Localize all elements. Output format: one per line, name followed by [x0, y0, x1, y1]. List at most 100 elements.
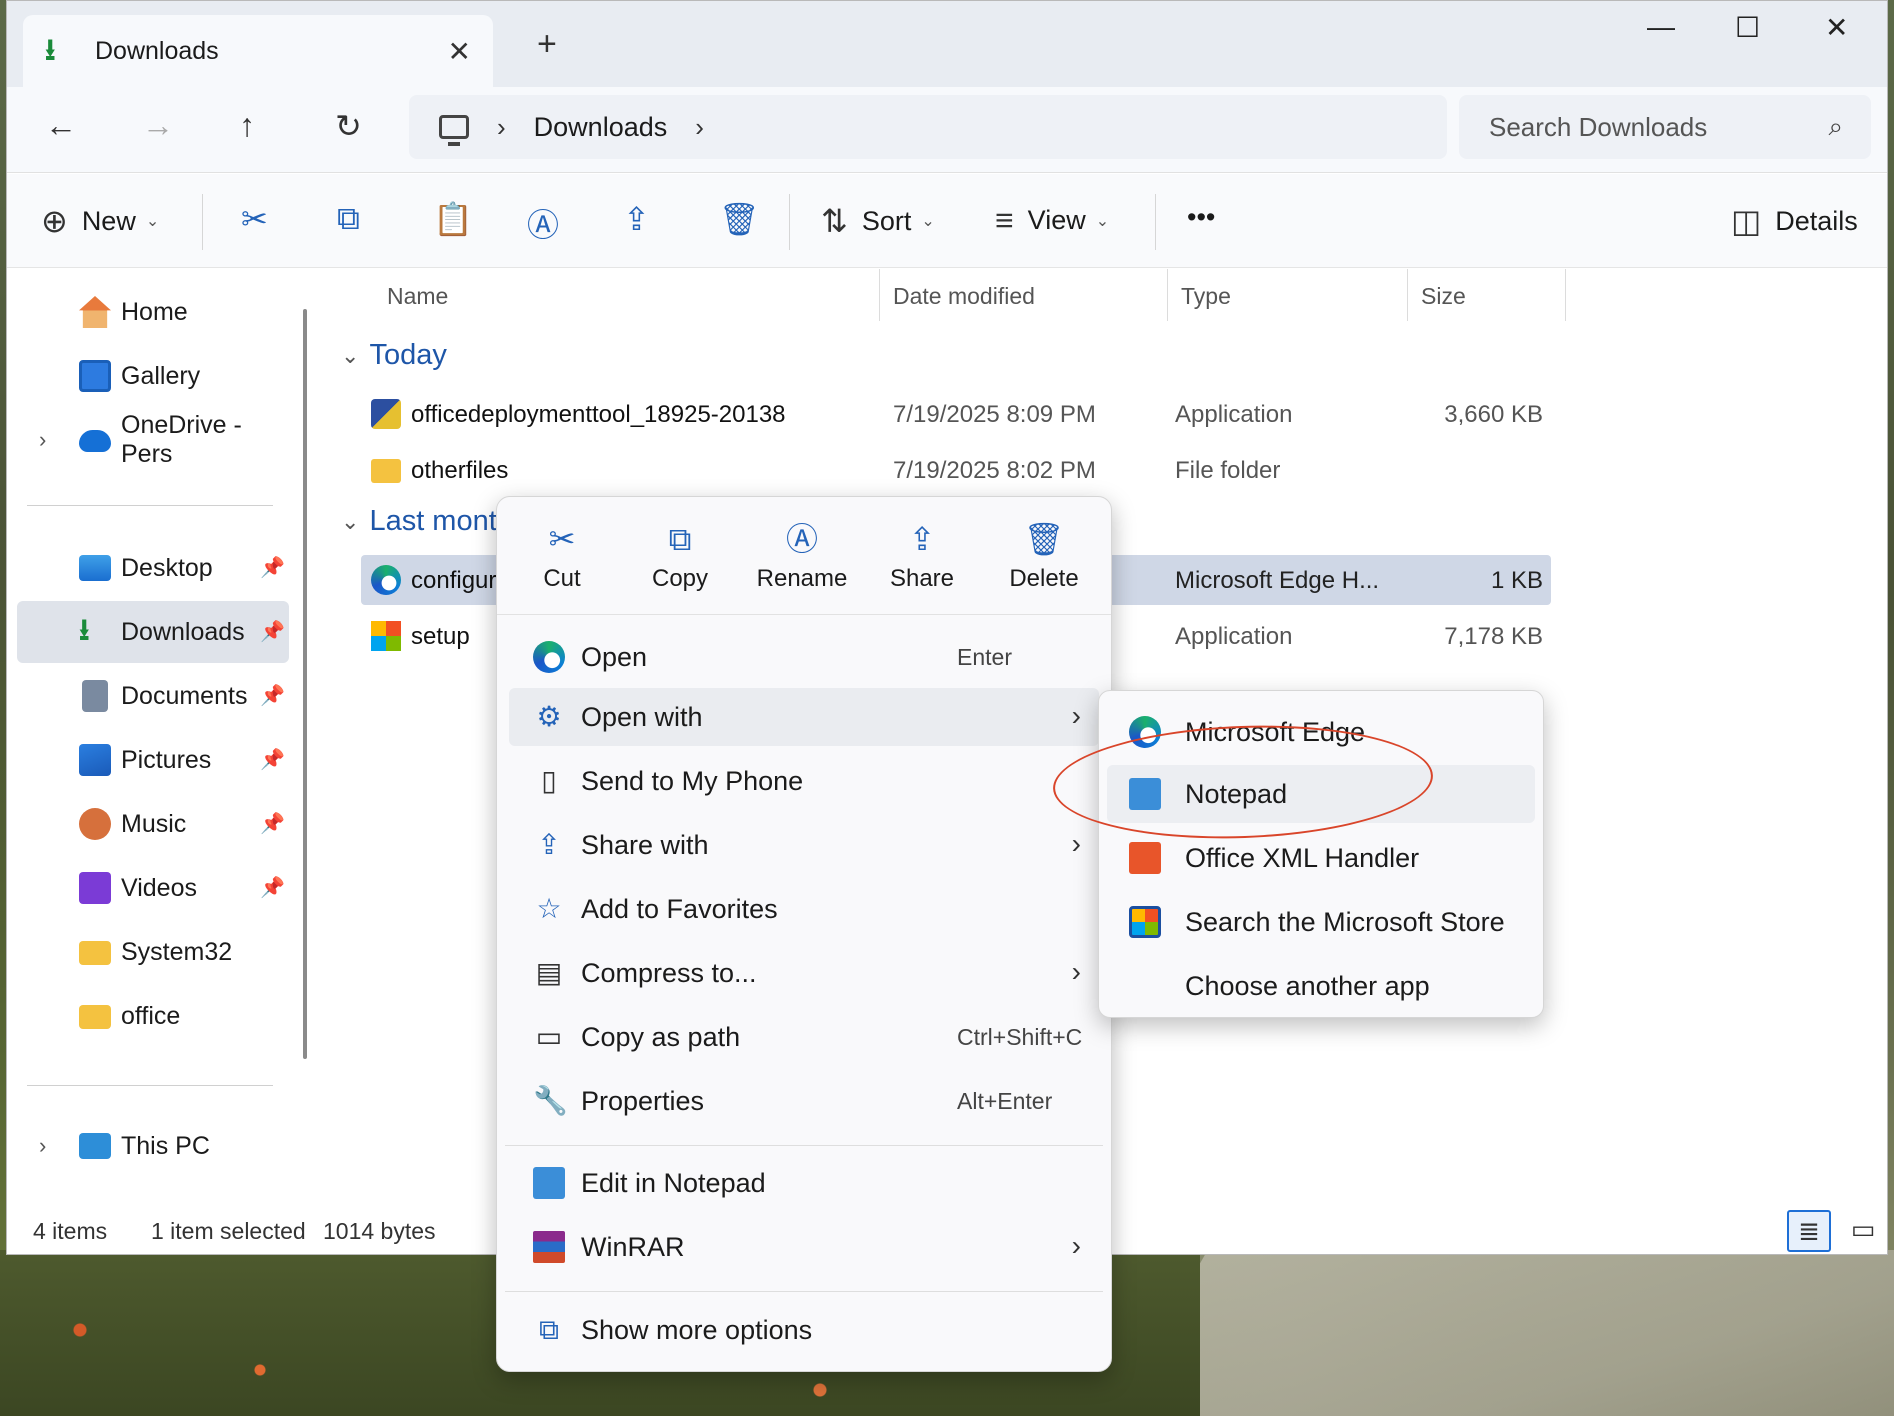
- menu-item-open[interactable]: Open Enter: [509, 628, 1099, 686]
- music-icon: [79, 808, 111, 840]
- menu-item-winrar[interactable]: WinRAR ›: [509, 1218, 1099, 1276]
- sidebar-scrollbar[interactable]: [303, 309, 307, 1059]
- menu-item-label: WinRAR: [581, 1232, 685, 1262]
- sidebar-item-downloads[interactable]: ⭳ Downloads 📌: [17, 601, 289, 663]
- file-row[interactable]: otherfiles 7/19/2025 8:02 PM File folder: [361, 445, 1551, 495]
- up-arrow-icon[interactable]: ↑: [239, 107, 255, 144]
- copy-action[interactable]: ⧉ Copy: [625, 519, 735, 593]
- menu-item-edit-in-notepad[interactable]: Edit in Notepad: [509, 1154, 1099, 1212]
- delete-label: Delete: [1009, 565, 1079, 592]
- edge-icon: [533, 641, 565, 673]
- delete-action[interactable]: 🗑 Delete: [989, 519, 1099, 593]
- context-quick-actions: ✂ Cut ⧉ Copy Ⓐ Rename ⇪ Share 🗑 Delete: [497, 497, 1111, 615]
- cut-icon[interactable]: ✂: [241, 200, 268, 238]
- sidebar-item-music[interactable]: Music 📌: [17, 793, 289, 855]
- details-button[interactable]: ◫ Details: [1731, 202, 1858, 240]
- column-header-name[interactable]: Name: [387, 283, 448, 310]
- chevron-right-icon[interactable]: ›: [39, 427, 46, 453]
- menu-item-properties[interactable]: 🔧 Properties Alt+Enter: [509, 1072, 1099, 1130]
- pin-icon[interactable]: 📌: [260, 683, 285, 708]
- home-icon: [79, 296, 111, 328]
- details-view-icon[interactable]: ≣: [1787, 1210, 1831, 1252]
- menu-item-copy-as-path[interactable]: ▭ Copy as path Ctrl+Shift+C: [509, 1008, 1099, 1066]
- menu-item-label: Send to My Phone: [581, 766, 804, 796]
- share-action[interactable]: ⇪ Share: [867, 519, 977, 593]
- column-header-size[interactable]: Size: [1421, 283, 1466, 310]
- pin-icon[interactable]: 📌: [260, 619, 285, 644]
- pin-icon[interactable]: 📌: [260, 811, 285, 836]
- back-arrow-icon[interactable]: ←: [45, 107, 77, 144]
- sidebar-item-this-pc[interactable]: › This PC: [17, 1115, 289, 1177]
- menu-item-show-more-options[interactable]: ⧉ Show more options: [509, 1301, 1099, 1359]
- menu-item-share-with[interactable]: ⇪ Share with ›: [509, 816, 1099, 874]
- sidebar-item-office[interactable]: office: [17, 985, 289, 1047]
- column-divider[interactable]: [879, 269, 880, 321]
- share-icon[interactable]: ⇪: [623, 200, 650, 238]
- rename-icon[interactable]: Ⓐ: [527, 200, 559, 246]
- submenu-item-search-store[interactable]: Search the Microsoft Store: [1107, 893, 1535, 951]
- maximize-button[interactable]: ☐: [1735, 11, 1760, 44]
- address-bar[interactable]: › Downloads ›: [409, 95, 1447, 159]
- sidebar-item-desktop[interactable]: Desktop 📌: [17, 537, 289, 599]
- menu-item-label: Show more options: [581, 1315, 813, 1345]
- copy-label: Copy: [651, 565, 709, 592]
- refresh-icon[interactable]: ↻: [335, 107, 362, 145]
- group-header-last-month[interactable]: ⌄ Last mont: [317, 505, 497, 538]
- file-size: 1 KB: [1490, 567, 1543, 594]
- column-header-date[interactable]: Date modified: [893, 283, 1035, 310]
- breadcrumb-downloads[interactable]: Downloads: [534, 112, 668, 143]
- windows-setup-icon: [371, 621, 401, 651]
- menu-item-label: Open: [581, 642, 648, 672]
- pin-icon[interactable]: 📌: [260, 747, 285, 772]
- close-window-button[interactable]: ✕: [1825, 11, 1848, 44]
- menu-item-open-with[interactable]: ⚙ Open with ›: [509, 688, 1099, 746]
- column-divider[interactable]: [1407, 269, 1408, 321]
- sidebar-item-pictures[interactable]: Pictures 📌: [17, 729, 289, 791]
- tab-close-icon[interactable]: ✕: [448, 35, 471, 68]
- folder-icon: [371, 459, 401, 483]
- submenu-item-office-xml-handler[interactable]: Office XML Handler: [1107, 829, 1535, 887]
- tab-downloads[interactable]: ⭳ Downloads ✕: [23, 15, 493, 87]
- winrar-icon: [533, 1231, 565, 1263]
- chevron-right-icon: ›: [1071, 828, 1081, 859]
- chevron-right-icon[interactable]: ›: [695, 112, 704, 143]
- download-arrow-icon: ⭳: [45, 34, 56, 67]
- sidebar-item-gallery[interactable]: Gallery: [17, 345, 289, 407]
- sidebar-item-system32[interactable]: System32: [17, 921, 289, 983]
- chevron-down-icon: ⌄: [341, 342, 360, 368]
- column-divider[interactable]: [1565, 269, 1566, 321]
- cut-action[interactable]: ✂ Cut: [507, 519, 617, 593]
- column-header-type[interactable]: Type: [1181, 283, 1231, 310]
- file-row[interactable]: officedeploymenttool_18925-20138 7/19/20…: [361, 389, 1551, 439]
- menu-item-compress[interactable]: ▤ Compress to... ›: [509, 944, 1099, 1002]
- more-options-button[interactable]: •••: [1187, 202, 1215, 233]
- view-button[interactable]: ≡ View ⌄: [995, 202, 1109, 239]
- pin-icon[interactable]: 📌: [260, 555, 285, 580]
- zip-folder-icon: ▤: [535, 957, 563, 988]
- search-input[interactable]: Search Downloads ⌕: [1459, 95, 1871, 159]
- submenu-item-choose-another-app[interactable]: Choose another app: [1107, 957, 1535, 1015]
- sidebar-item-videos[interactable]: Videos 📌: [17, 857, 289, 919]
- sidebar-item-onedrive[interactable]: › OneDrive - Pers: [17, 409, 289, 471]
- delete-icon[interactable]: 🗑: [719, 200, 760, 238]
- chevron-right-icon[interactable]: ›: [39, 1133, 46, 1159]
- minimize-button[interactable]: —: [1647, 11, 1675, 43]
- tiles-view-icon[interactable]: ▭: [1841, 1210, 1885, 1252]
- new-tab-button[interactable]: +: [537, 27, 557, 61]
- menu-item-add-to-favorites[interactable]: ☆ Add to Favorites: [509, 880, 1099, 938]
- menu-item-shortcut: Alt+Enter: [957, 1088, 1053, 1114]
- chevron-right-icon[interactable]: ›: [497, 112, 506, 143]
- sidebar-item-label: office: [121, 1001, 181, 1030]
- pin-icon[interactable]: 📌: [260, 875, 285, 900]
- copy-icon[interactable]: ⧉: [337, 200, 360, 238]
- forward-arrow-icon[interactable]: →: [142, 107, 174, 144]
- rename-action[interactable]: Ⓐ Rename: [747, 519, 857, 593]
- group-header-today[interactable]: ⌄ Today: [317, 339, 447, 372]
- sidebar-item-home[interactable]: Home: [17, 281, 289, 343]
- new-button[interactable]: ⊕ New ⌄: [41, 202, 159, 240]
- paste-icon[interactable]: 📋: [433, 200, 473, 238]
- sidebar-item-documents[interactable]: Documents 📌: [17, 665, 289, 727]
- column-divider[interactable]: [1167, 269, 1168, 321]
- sort-button[interactable]: ⇅ Sort ⌄: [821, 202, 935, 240]
- menu-item-send-to-phone[interactable]: ▯ Send to My Phone: [509, 752, 1099, 810]
